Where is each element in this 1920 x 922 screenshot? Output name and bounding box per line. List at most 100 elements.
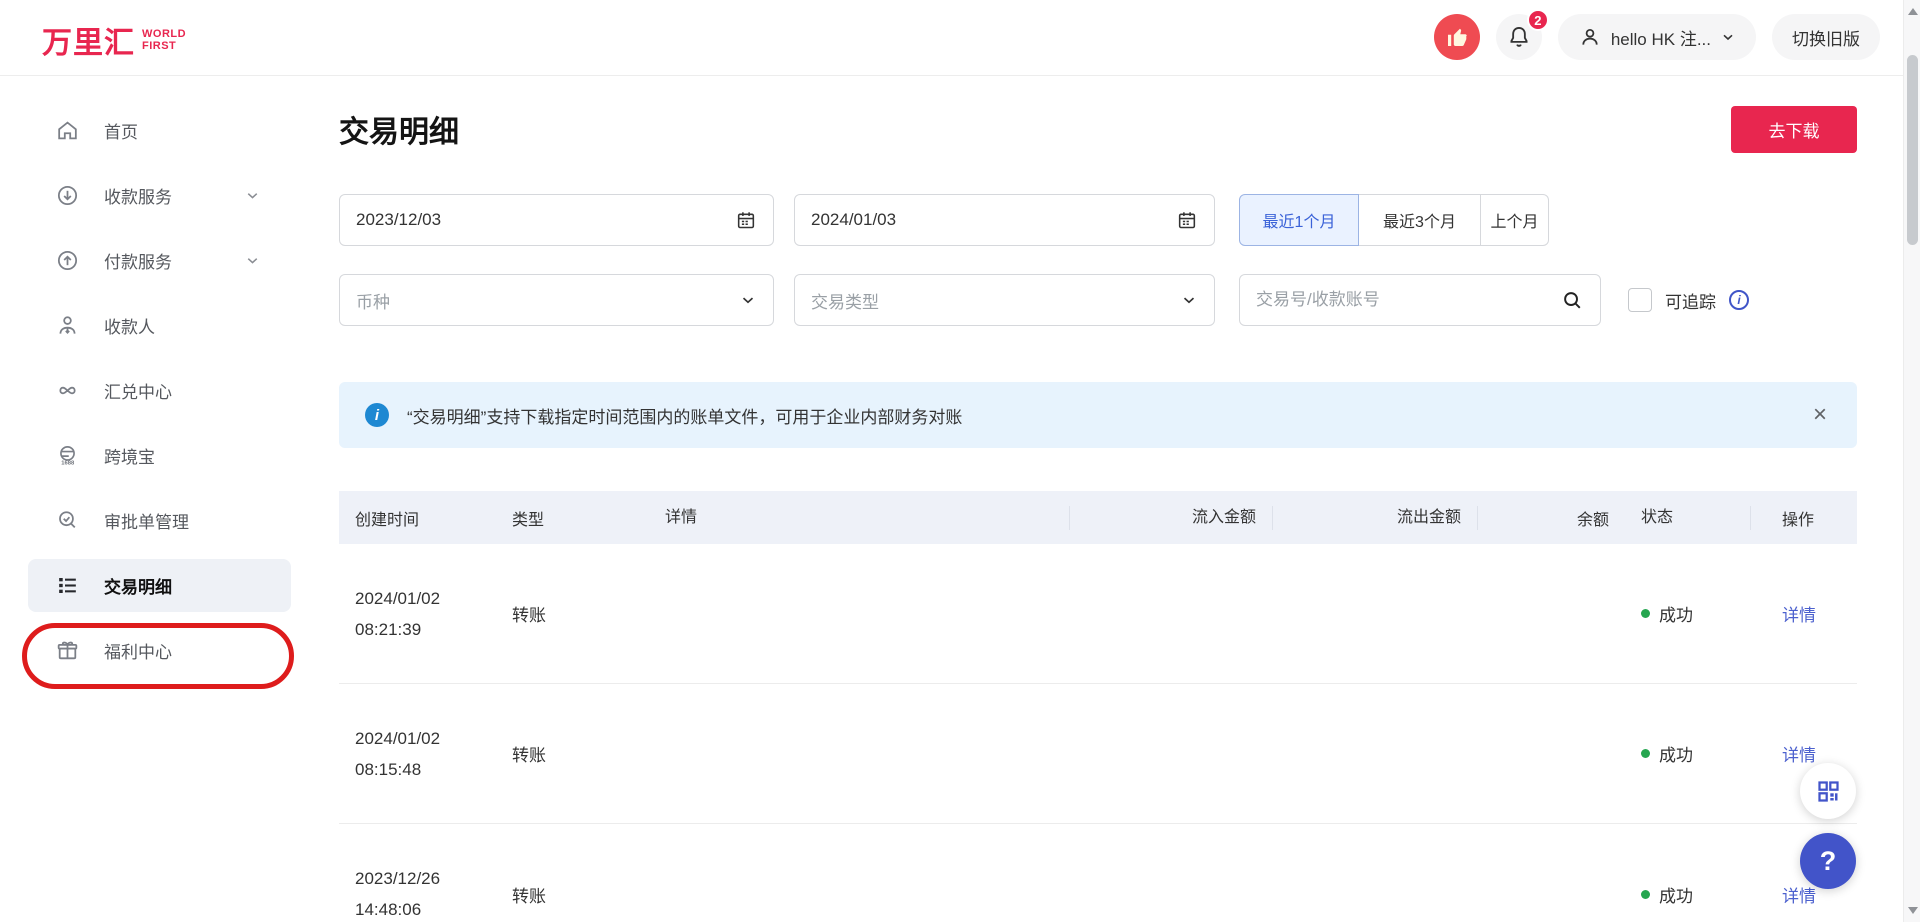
create-time-cell: 2023/12/26 14:48:06 (339, 863, 512, 922)
user-name-label: hello HK 注... (1611, 25, 1711, 50)
create-time-cell: 2024/01/02 08:15:48 (339, 723, 512, 785)
status-cell: 成功 (1625, 601, 1751, 626)
scrollbar-down-arrow[interactable] (1908, 907, 1918, 914)
info-banner: i “交易明细”支持下载指定时间范围内的账单文件，可用于企业内部财务对账 × (339, 382, 1857, 448)
question-mark-icon: ? (1820, 846, 1837, 877)
currency-select[interactable]: 币种 (339, 274, 774, 326)
chevron-down-icon (1180, 291, 1198, 309)
detail-link[interactable]: 详情 (1782, 887, 1816, 906)
sidebar-item-home[interactable]: 首页 (0, 98, 339, 163)
page-scrollbar (1903, 0, 1920, 922)
currency-placeholder: 币种 (356, 288, 739, 313)
quick-range-group: 最近1个月 最近3个月 上个月 (1239, 194, 1549, 246)
qr-code-button[interactable] (1800, 763, 1856, 819)
col-header-type: 类型 (512, 506, 665, 530)
transaction-type-placeholder: 交易类型 (811, 288, 1180, 313)
home-icon (55, 118, 80, 143)
col-header-balance: 余额 (1478, 506, 1625, 530)
worldfirst-logo[interactable]: 万里汇 WORLD FIRST (42, 18, 186, 62)
header-actions: 2 hello HK 注... 切换旧版 (1434, 14, 1880, 60)
detail-link[interactable]: 详情 (1782, 746, 1816, 765)
table-row: 2023/12/26 14:48:06 转账 成功 详情 (339, 824, 1857, 922)
close-icon[interactable]: × (1809, 399, 1831, 431)
banner-text: “交易明细”支持下载指定时间范围内的账单文件，可用于企业内部财务对账 (407, 403, 1809, 428)
sidebar-item-benefits-center[interactable]: 福利中心 (0, 618, 339, 683)
info-icon[interactable]: i (1729, 290, 1749, 310)
secondary-filter-row: 币种 交易类型 (339, 274, 1857, 326)
title-row: 交易明细 去下载 (339, 104, 1857, 154)
col-header-status: 状态 (1625, 506, 1751, 530)
table-header-row: 创建时间 类型 详情 流入金额 流出金额 余额 状态 操作 (339, 491, 1857, 544)
action-cell: 详情 (1751, 741, 1857, 766)
sidebar-item-cross-border[interactable]: 1688 跨境宝 (0, 423, 339, 488)
status-cell: 成功 (1625, 882, 1751, 907)
col-header-inflow: 流入金额 (1070, 506, 1273, 530)
search-input-box[interactable] (1239, 274, 1601, 326)
type-cell: 转账 (512, 741, 665, 766)
status-success-dot (1641, 749, 1650, 758)
page: 万里汇 WORLD FIRST (0, 0, 1920, 922)
arrow-down-circle-icon (55, 183, 80, 208)
arrow-up-circle-icon (55, 248, 80, 273)
date-from-input[interactable] (339, 194, 774, 246)
user-menu[interactable]: hello HK 注... (1558, 14, 1756, 60)
chevron-down-icon (739, 291, 757, 309)
range-last-3-months-button[interactable]: 最近3个月 (1359, 194, 1481, 246)
transaction-list-icon (55, 573, 80, 598)
approval-search-icon (55, 508, 80, 533)
exchange-infinity-icon (55, 378, 80, 403)
top-header: 万里汇 WORLD FIRST (0, 0, 1920, 76)
col-header-outflow: 流出金额 (1273, 506, 1478, 530)
status-cell: 成功 (1625, 741, 1751, 766)
col-header-action: 操作 (1751, 506, 1857, 530)
chevron-down-icon (1720, 29, 1736, 45)
sidebar-item-approval-management[interactable]: 审批单管理 (0, 488, 339, 553)
table-row: 2024/01/02 08:21:39 转账 成功 详情 (339, 544, 1857, 684)
date-to-value[interactable] (811, 210, 1176, 230)
user-icon (1578, 25, 1602, 49)
feedback-like-button[interactable] (1434, 14, 1480, 60)
date-to-input[interactable] (794, 194, 1215, 246)
transactions-table: 创建时间 类型 详情 流入金额 流出金额 余额 状态 操作 2024/01/02… (339, 491, 1857, 922)
switch-old-version-button[interactable]: 切换旧版 (1772, 14, 1880, 60)
range-last-1-month-button[interactable]: 最近1个月 (1239, 194, 1359, 246)
scrollbar-thumb[interactable] (1907, 55, 1918, 245)
sidebar-item-payment-services[interactable]: 付款服务 (0, 228, 339, 293)
calendar-icon (735, 209, 757, 231)
info-circle-icon: i (365, 403, 389, 427)
traceable-label: 可追踪 (1665, 288, 1716, 313)
payee-person-icon (55, 313, 80, 338)
create-time-cell: 2024/01/02 08:21:39 (339, 583, 512, 645)
sidebar-item-receive-services[interactable]: 收款服务 (0, 163, 339, 228)
col-header-create-time: 创建时间 (339, 506, 512, 530)
download-button[interactable]: 去下载 (1731, 106, 1857, 153)
type-cell: 转账 (512, 882, 665, 907)
svg-text:1688: 1688 (61, 460, 75, 466)
sidebar-item-exchange-center[interactable]: 汇兑中心 (0, 358, 339, 423)
main-content: 交易明细 去下载 (339, 76, 1857, 922)
sidebar-nav: 首页 收款服务 付款服务 (0, 76, 339, 922)
chevron-down-icon (244, 187, 261, 204)
gift-icon (55, 638, 80, 663)
status-success-dot (1641, 890, 1650, 899)
help-button[interactable]: ? (1800, 833, 1856, 889)
chevron-down-icon (244, 252, 261, 269)
col-header-detail: 详情 (665, 506, 1070, 530)
sidebar-item-transaction-details[interactable]: 交易明细 (0, 553, 339, 618)
transaction-type-select[interactable]: 交易类型 (794, 274, 1215, 326)
detail-link[interactable]: 详情 (1782, 606, 1816, 625)
notification-button[interactable]: 2 (1496, 14, 1542, 60)
search-input[interactable] (1256, 290, 1561, 310)
type-cell: 转账 (512, 601, 665, 626)
traceable-filter: 可追踪 i (1628, 288, 1749, 313)
sidebar-item-payees[interactable]: 收款人 (0, 293, 339, 358)
notification-badge: 2 (1527, 9, 1549, 31)
range-last-month-button[interactable]: 上个月 (1481, 194, 1549, 246)
date-from-value[interactable] (356, 210, 735, 230)
scrollbar-up-arrow[interactable] (1908, 8, 1918, 15)
page-title: 交易明细 (339, 107, 459, 151)
table-row: 2024/01/02 08:15:48 转账 成功 详情 (339, 684, 1857, 824)
traceable-checkbox[interactable] (1628, 288, 1652, 312)
search-icon[interactable] (1561, 289, 1584, 312)
logo-cn-text: 万里汇 (42, 18, 135, 62)
